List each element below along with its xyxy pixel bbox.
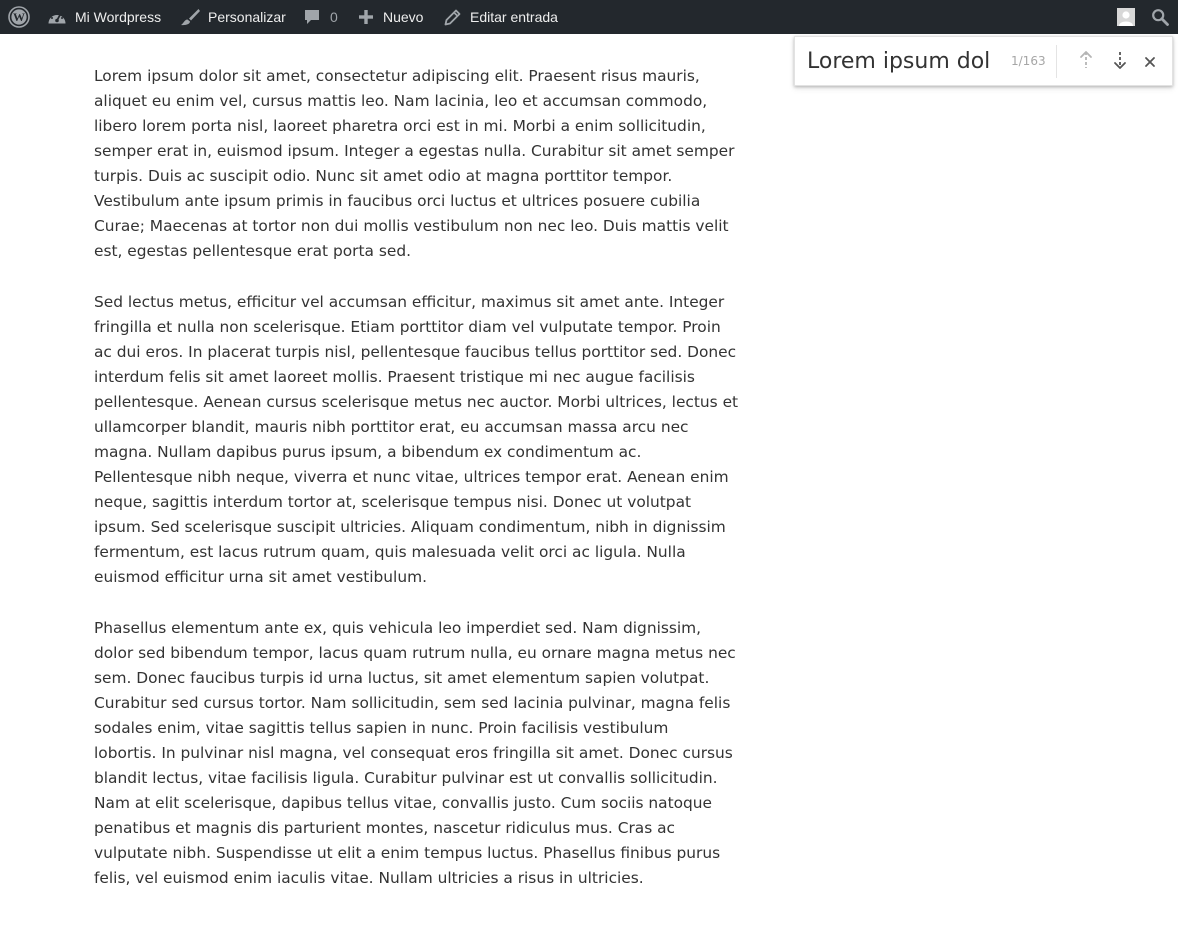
dashboard-icon [47,8,67,26]
paragraph: Sed lectus metus, efficitur vel accumsan… [94,293,739,586]
find-previous-button[interactable] [1073,49,1099,75]
find-query-input[interactable] [807,46,1007,76]
new-label: Nuevo [383,9,424,25]
site-name-menu[interactable]: Mi Wordpress [47,0,161,34]
edit-post-label: Editar entrada [470,9,558,25]
pencil-icon [444,9,461,26]
admin-bar: W Mi Wordpress Personalizar 0 Nuevo Edit… [0,0,1178,34]
search-icon [1151,8,1169,26]
user-account-menu[interactable] [1117,0,1135,34]
new-content-menu[interactable]: Nuevo [358,0,423,34]
wordpress-icon: W [8,6,30,28]
paragraph: Phasellus elementum ante ex, quis vehicu… [94,619,736,887]
find-next-button[interactable] [1107,49,1133,75]
close-icon [1144,53,1156,72]
find-divider [1056,45,1057,78]
arrow-up-icon [1078,50,1094,74]
plus-icon [358,9,374,25]
admin-search-button[interactable] [1151,0,1169,34]
paragraph: Lorem ipsum dolor sit amet, consectetur … [94,67,735,260]
arrow-down-icon [1112,50,1128,74]
customize-label: Personalizar [208,9,286,25]
find-match-count: 1/163 [1011,54,1046,68]
comments-link[interactable]: 0 [303,0,338,34]
customize-link[interactable]: Personalizar [180,0,286,34]
avatar [1117,8,1135,26]
edit-post-link[interactable]: Editar entrada [444,0,558,34]
brush-icon [180,8,200,26]
post-content: Lorem ipsum dolor sit amet, consectetur … [94,64,744,891]
comments-count: 0 [330,9,338,25]
comment-bubble-icon [303,8,321,26]
site-name-label: Mi Wordpress [75,9,162,25]
svg-text:W: W [13,10,25,24]
find-in-page-bar: 1/163 [794,36,1173,86]
find-close-button[interactable] [1137,49,1163,75]
wordpress-logo-menu[interactable]: W [8,0,32,34]
